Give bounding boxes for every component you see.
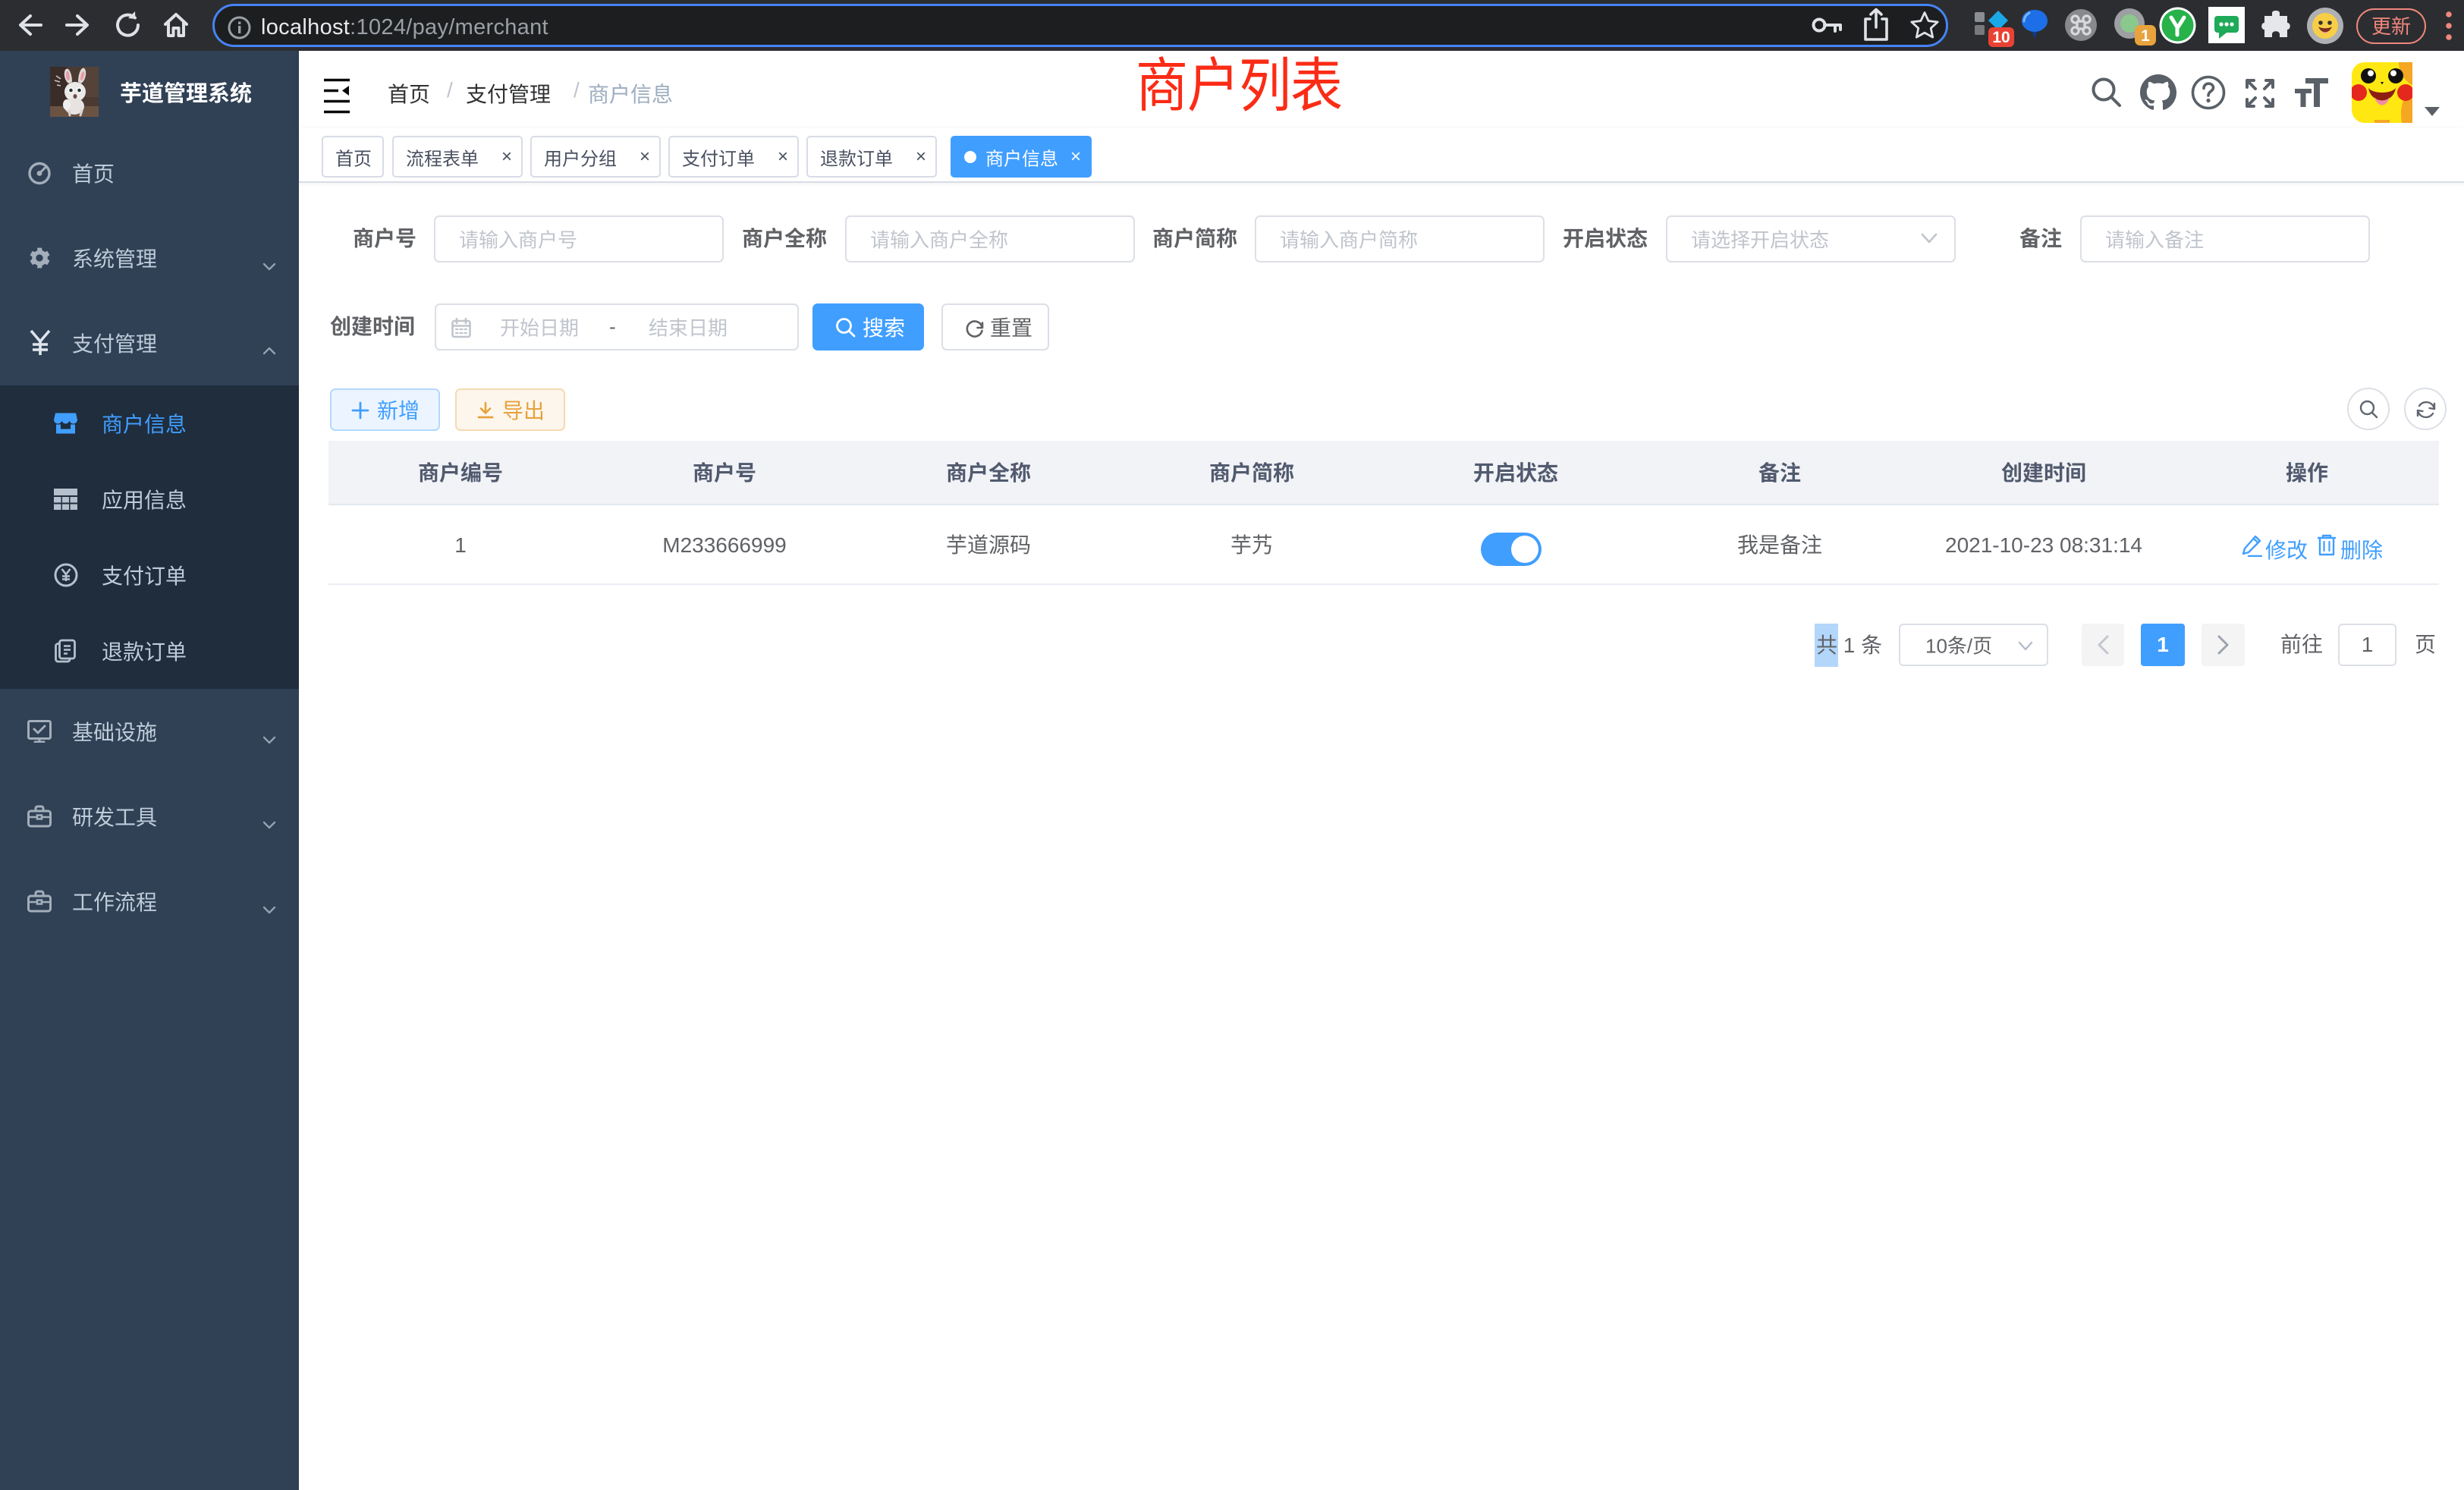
svg-text:10: 10 <box>1992 29 2010 46</box>
svg-text:1: 1 <box>2141 27 2150 45</box>
